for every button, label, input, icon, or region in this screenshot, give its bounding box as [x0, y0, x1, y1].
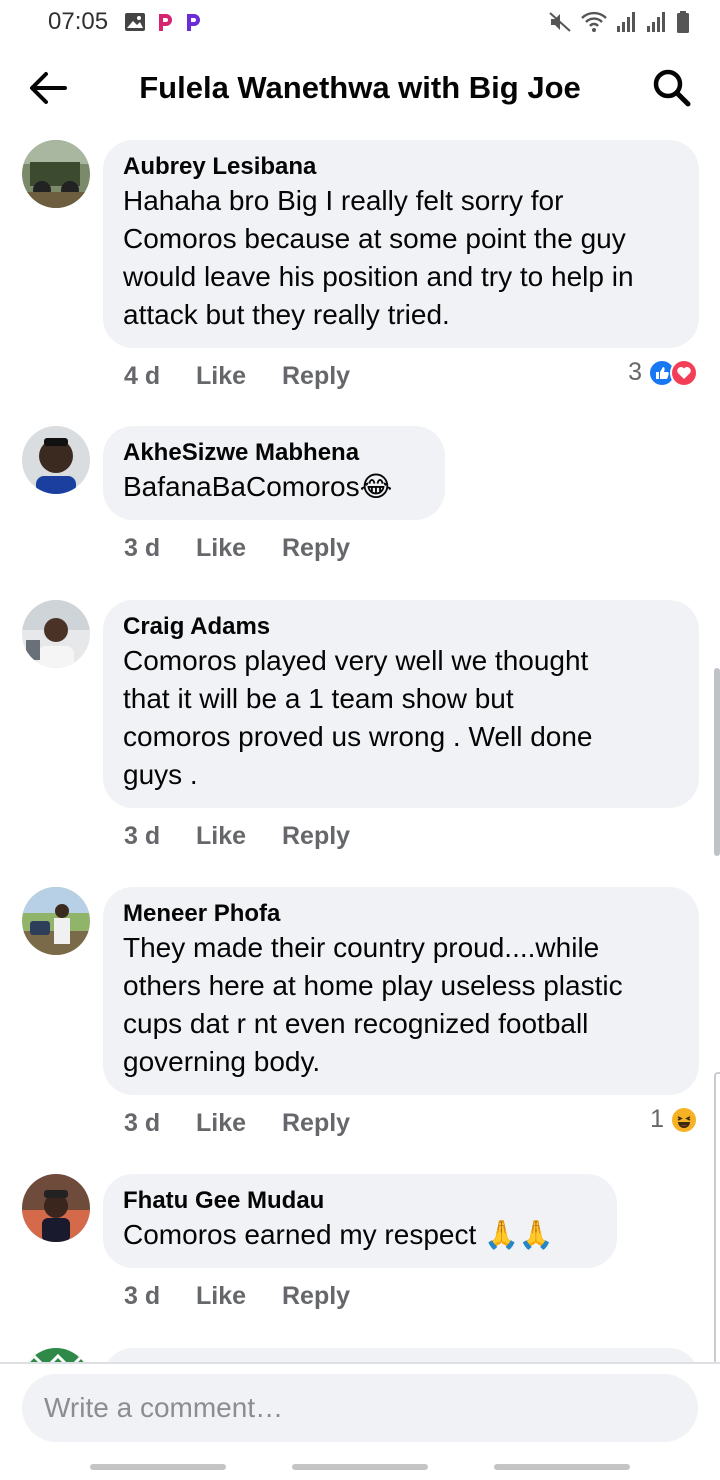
comment-input[interactable]: [44, 1392, 664, 1424]
comment-text: Comoros earned my respect 🙏🙏: [123, 1219, 554, 1250]
comment-time[interactable]: 3 d: [124, 534, 196, 563]
scroll-edge: [714, 1072, 720, 1362]
scrollbar[interactable]: [714, 668, 720, 856]
comment-author[interactable]: AkheSizwe Mabhena: [123, 438, 425, 468]
comment-text: cups dat r nt even recognized football: [123, 1008, 589, 1039]
comment-author[interactable]: Meneer Phofa: [123, 899, 679, 929]
recents-button[interactable]: [90, 1464, 226, 1470]
search-button[interactable]: [650, 66, 694, 110]
comment-text: Comoros because at some point the guy: [123, 223, 626, 254]
comment-text: They made their country proud....while: [123, 932, 600, 963]
reply-button[interactable]: Reply: [282, 822, 350, 851]
comment-text: Comoros played very well we thought: [123, 645, 589, 676]
page-title: Fulela Wanethwa with Big Joe: [139, 70, 581, 105]
reply-button[interactable]: Reply: [282, 362, 350, 391]
comment-text: guys .: [123, 759, 198, 790]
system-nav-bar: [0, 1450, 720, 1480]
divider: [0, 1362, 720, 1364]
wifi-icon: [580, 11, 608, 33]
comment-actions: 3 d Like Reply: [124, 1109, 350, 1138]
status-right: [548, 11, 690, 33]
comment-text: that it will be a 1 team show but: [123, 683, 514, 714]
status-left: 07:05: [48, 8, 202, 36]
comment-composer[interactable]: [22, 1374, 698, 1442]
comment-text: attack but they really tried.: [123, 299, 450, 330]
mute-icon: [548, 11, 572, 33]
reply-button[interactable]: Reply: [282, 1109, 350, 1138]
status-time: 07:05: [48, 8, 109, 35]
p-app-icon: [156, 12, 174, 32]
like-button[interactable]: Like: [196, 534, 282, 563]
comment-text: governing body.: [123, 1046, 321, 1077]
comment-text: others here at home play useless plastic: [123, 970, 623, 1001]
comments-list[interactable]: Aubrey Lesibana Hahaha bro Big I really …: [0, 130, 720, 1364]
comment-text: comoros proved us wrong . Well done: [123, 721, 593, 752]
comment-time[interactable]: 3 d: [124, 1282, 196, 1311]
comment-author[interactable]: Craig Adams: [123, 612, 679, 642]
avatar[interactable]: [22, 426, 90, 494]
signal-icon: [646, 11, 668, 33]
avatar[interactable]: [22, 1174, 90, 1242]
comment-bubble[interactable]: Aubrey Lesibana Hahaha bro Big I really …: [103, 140, 699, 348]
like-button[interactable]: Like: [196, 362, 282, 391]
comment-text: would leave his position and try to help…: [123, 261, 634, 292]
p-app-icon: [184, 12, 202, 32]
reply-button[interactable]: Reply: [282, 1282, 350, 1311]
reaction-summary[interactable]: 1: [650, 1105, 698, 1134]
avatar[interactable]: [22, 140, 90, 208]
image-icon: [124, 12, 146, 32]
reaction-summary[interactable]: 3: [628, 358, 698, 387]
comment-author[interactable]: Aubrey Lesibana: [123, 152, 679, 182]
home-button[interactable]: [292, 1464, 428, 1470]
like-button[interactable]: Like: [196, 1109, 282, 1138]
comment-time[interactable]: 4 d: [124, 362, 196, 391]
comment-text: Hahaha bro Big I really felt sorry for: [123, 185, 564, 216]
comment-author[interactable]: Fhatu Gee Mudau: [123, 1186, 597, 1216]
love-reaction-icon: [670, 358, 698, 387]
comment-text: BafanaBaComoros😂: [123, 471, 393, 502]
like-button[interactable]: Like: [196, 822, 282, 851]
reply-button[interactable]: Reply: [282, 534, 350, 563]
comment-time[interactable]: 3 d: [124, 822, 196, 851]
haha-reaction-icon: [670, 1105, 698, 1134]
like-button[interactable]: Like: [196, 1282, 282, 1311]
battery-icon: [676, 11, 690, 33]
comment-time[interactable]: 3 d: [124, 1109, 196, 1138]
comment-bubble[interactable]: Craig Adams Comoros played very well we …: [103, 600, 699, 808]
avatar[interactable]: [22, 887, 90, 955]
reaction-count: 3: [628, 358, 642, 386]
comment-actions: 4 d Like Reply: [124, 362, 350, 391]
comment-bubble[interactable]: Meneer Phofa They made their country pro…: [103, 887, 699, 1095]
header: Fulela Wanethwa with Big Joe: [0, 50, 720, 126]
reaction-count: 1: [650, 1105, 664, 1133]
avatar[interactable]: [22, 600, 90, 668]
comment-actions: 3 d Like Reply: [124, 822, 350, 851]
back-nav-button[interactable]: [494, 1464, 630, 1470]
comment-actions: 3 d Like Reply: [124, 1282, 350, 1311]
status-bar: 07:05: [0, 0, 720, 44]
comment-bubble[interactable]: AkheSizwe Mabhena BafanaBaComoros😂: [103, 426, 445, 520]
signal-icon: [616, 11, 638, 33]
comment-actions: 3 d Like Reply: [124, 534, 350, 563]
search-icon: [653, 69, 691, 107]
comment-bubble[interactable]: Fhatu Gee Mudau Comoros earned my respec…: [103, 1174, 617, 1268]
